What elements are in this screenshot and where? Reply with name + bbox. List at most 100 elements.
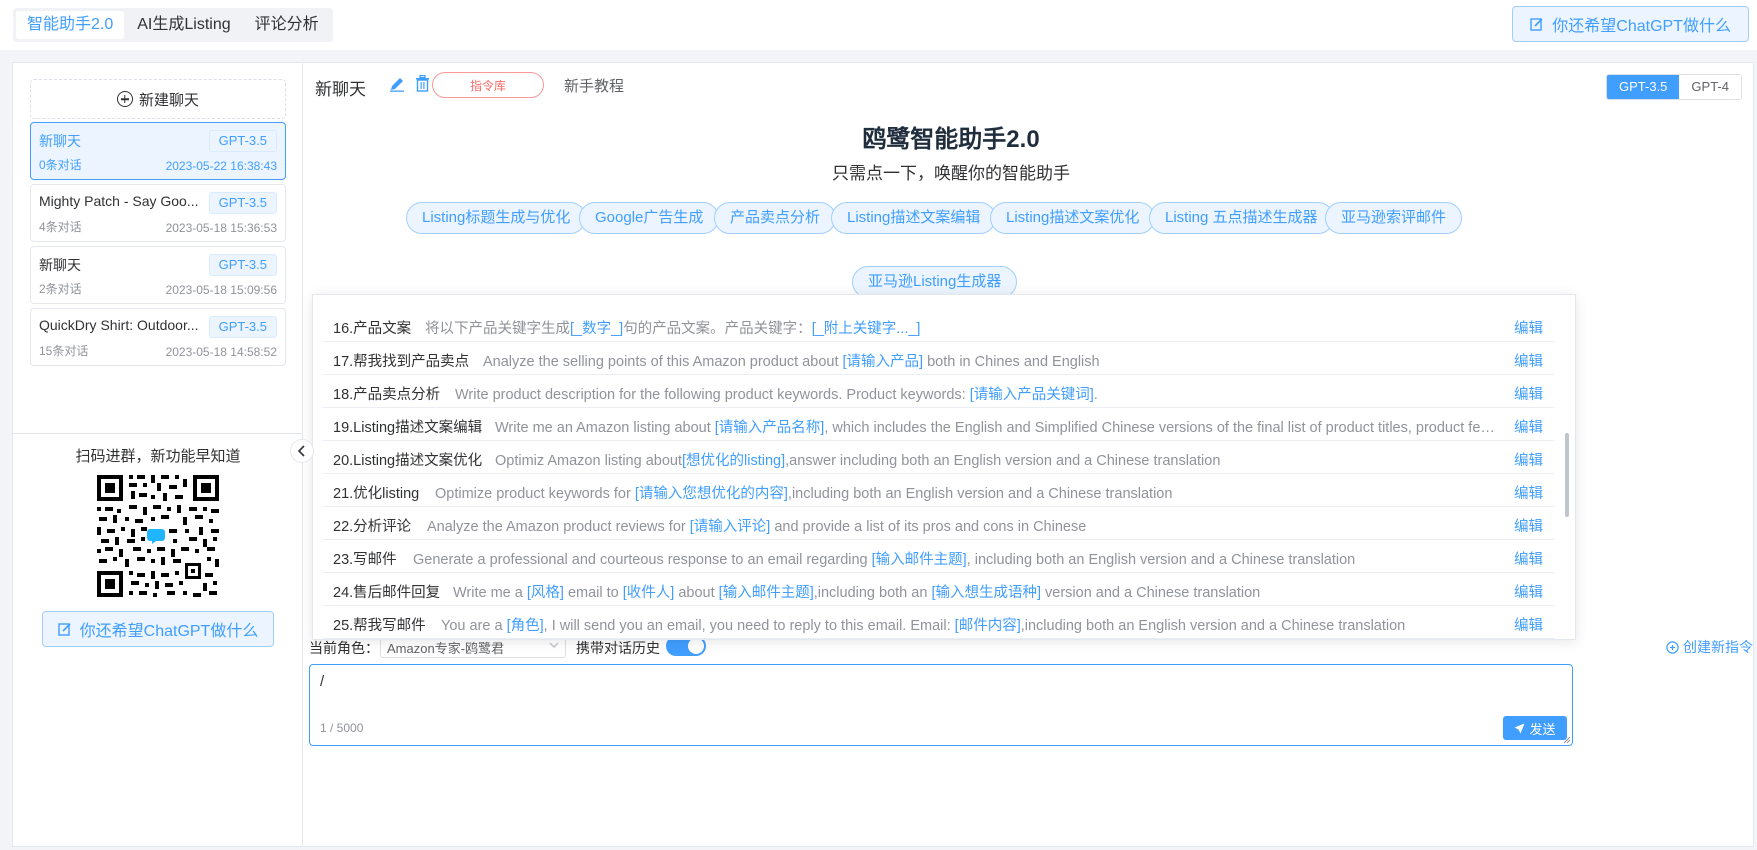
command-placeholder: [输入想生成语种] — [931, 585, 1041, 601]
command-text: , I will send you an email, you need to … — [543, 618, 955, 634]
command-text: You are a — [441, 618, 507, 634]
message-input[interactable]: / 1 / 5000 发送 — [309, 664, 1573, 746]
command-edit-link[interactable]: 编辑 — [1514, 449, 1543, 470]
command-text: version and a Chinese translation — [1041, 585, 1261, 601]
command-name: 22.分析评论 — [333, 519, 412, 535]
command-edit-link[interactable]: 编辑 — [1514, 350, 1543, 371]
chat-item-time: 2023-05-18 15:09:56 — [165, 283, 277, 297]
command-edit-link[interactable]: 编辑 — [1514, 317, 1543, 338]
command-edit-link[interactable]: 编辑 — [1514, 515, 1543, 536]
command-text: ,answer including both an English versio… — [785, 453, 1221, 469]
command-library-button[interactable]: 指令库 — [432, 72, 544, 98]
command-text: , which includes the English and Simplif… — [824, 420, 1495, 436]
chat-item-count: 0条对话 — [39, 158, 82, 172]
chat-list-item[interactable]: 新聊天 GPT-3.5 0条对话 2023-05-22 16:38:43 — [30, 122, 286, 180]
sidebar-divider — [13, 433, 302, 434]
command-text: Write product description for the follow… — [455, 387, 970, 403]
tab-review-analysis[interactable]: 评论分析 — [244, 11, 330, 39]
chat-item-model-badge: GPT-3.5 — [208, 316, 277, 338]
command-description: You are a [角色], I will send you an email… — [441, 614, 1405, 635]
collapse-sidebar-button[interactable] — [290, 439, 314, 463]
model-option-gpt4[interactable]: GPT-4 — [1679, 75, 1741, 99]
command-text: and provide a list of its pros and cons … — [770, 519, 1087, 535]
command-text: about — [674, 585, 719, 601]
command-edit-link[interactable]: 编辑 — [1514, 581, 1543, 602]
qr-caption: 扫码进群，新功能早知道 — [75, 448, 241, 465]
chat-list-item[interactable]: 新聊天 GPT-3.5 2条对话 2023-05-18 15:09:56 — [30, 246, 286, 304]
plus-circle-icon — [116, 91, 133, 107]
command-text: Optimiz Amazon listing about — [495, 453, 682, 469]
chat-list-item[interactable]: QuickDry Shirt: Outdoor... GPT-3.5 15条对话… — [30, 308, 286, 366]
main-panel: 新建聊天 新聊天 GPT-3.5 0条对话 2023-05-22 16:38:4… — [12, 62, 1754, 847]
quick-prompt-chip[interactable]: 产品卖点分析 — [714, 202, 837, 234]
command-row[interactable]: 16.产品文案 将以下产品关键字生成[_数字_]句的产品文案。产品关键字：[_附上… — [323, 309, 1555, 342]
chat-list-item[interactable]: Mighty Patch - Say Goo... GPT-3.5 4条对话 2… — [30, 184, 286, 242]
role-select-value: Amazon专家-鸥鹭君 — [387, 641, 505, 656]
quick-prompt-chip[interactable]: 亚马逊索评邮件 — [1325, 202, 1463, 234]
create-command-label: 创建新指令 — [1683, 639, 1753, 655]
command-placeholder: [请输入您想优化的内容] — [634, 486, 788, 502]
command-text: Write me a — [453, 585, 527, 601]
create-command-link[interactable]: 创建新指令 — [1666, 637, 1753, 657]
quick-prompt-chip[interactable]: Google广告生成 — [579, 202, 720, 234]
command-name: 21.优化listing — [333, 486, 420, 502]
command-edit-link[interactable]: 编辑 — [1514, 614, 1543, 635]
send-button[interactable]: 发送 — [1503, 716, 1567, 740]
command-row[interactable]: 17.帮我找到产品卖点 Analyze the selling points of… — [323, 342, 1555, 375]
command-edit-link[interactable]: 编辑 — [1514, 548, 1543, 569]
chat-item-title: Mighty Patch - Say Goo... — [39, 193, 199, 209]
top-tabs: 智能助手2.0 AI生成Listing 评论分析 — [13, 8, 333, 42]
chat-item-model-badge: GPT-3.5 — [208, 130, 277, 152]
send-button-label: 发送 — [1529, 721, 1556, 737]
wish-button-sidebar-label: 你还希望ChatGPT做什么 — [79, 623, 259, 640]
wish-button-sidebar[interactable]: 你还希望ChatGPT做什么 — [42, 611, 274, 647]
command-text: 将以下产品关键字生成 — [425, 321, 570, 337]
command-row[interactable]: 23.写邮件 Generate a professional and courte… — [323, 540, 1555, 573]
command-text: both in Chines and English — [923, 354, 1100, 370]
trash-icon[interactable] — [415, 75, 430, 92]
quick-prompt-chip[interactable]: Listing 五点描述生成器 — [1149, 202, 1334, 234]
command-description: Write product description for the follow… — [455, 383, 1098, 404]
command-name: 24.售后邮件回复 — [333, 585, 441, 601]
resize-handle-icon[interactable] — [1563, 736, 1571, 744]
model-option-gpt35[interactable]: GPT-3.5 — [1607, 75, 1680, 99]
command-text: Optimize product keywords for — [435, 486, 635, 502]
wish-button-top[interactable]: 你还希望ChatGPT做什么 — [1512, 6, 1749, 42]
chat-item-count: 15条对话 — [39, 344, 89, 358]
command-edit-link[interactable]: 编辑 — [1514, 383, 1543, 404]
chat-item-model-badge: GPT-3.5 — [208, 192, 277, 214]
command-placeholder: [风格] — [526, 585, 564, 601]
new-chat-button[interactable]: 新建聊天 — [30, 79, 286, 119]
command-edit-link[interactable]: 编辑 — [1514, 416, 1543, 437]
tab-ai-listing[interactable]: AI生成Listing — [126, 11, 241, 39]
command-row[interactable]: 22.分析评论 Analyze the Amazon product review… — [323, 507, 1555, 540]
command-placeholder: [角色] — [506, 618, 544, 634]
quick-prompt-chip[interactable]: Listing标题生成与优化 — [406, 202, 587, 234]
dropdown-scrollbar[interactable] — [1565, 433, 1569, 517]
command-row[interactable]: 18.产品卖点分析 Write product description for t… — [323, 375, 1555, 408]
pencil-icon[interactable] — [389, 76, 405, 92]
tutorial-link[interactable]: 新手教程 — [564, 75, 624, 96]
command-placeholder: [请输入产品] — [842, 354, 924, 370]
chat-header: 新聊天 指令库 新手教程 GPT-3.5 GPT-4 — [304, 63, 1753, 109]
top-navigation: 智能助手2.0 AI生成Listing 评论分析 你还希望ChatGPT做什么 — [0, 0, 1757, 50]
chat-item-title: QuickDry Shirt: Outdoor... — [39, 317, 199, 333]
command-name: 25.帮我写邮件 — [333, 618, 426, 634]
command-dropdown: 16.产品文案 将以下产品关键字生成[_数字_]句的产品文案。产品关键字：[_附上… — [312, 294, 1576, 640]
command-text: ,including both an English version and a… — [787, 486, 1173, 502]
command-name: 16.产品文案 — [333, 321, 412, 337]
plus-circle-icon — [1666, 640, 1679, 654]
command-row[interactable]: 19.Listing描述文案编辑 Write me an Amazon listi… — [323, 408, 1555, 441]
command-row[interactable]: 24.售后邮件回复 Write me a [风格] email to [收件人] … — [323, 573, 1555, 606]
command-row[interactable]: 25.帮我写邮件 You are a [角色], I will send you … — [323, 606, 1555, 639]
quick-prompt-chip[interactable]: Listing描述文案优化 — [990, 202, 1156, 234]
command-row[interactable]: 21.优化listing Optimize product keywords fo… — [323, 474, 1555, 507]
command-text: ,including both an — [813, 585, 932, 601]
command-text: ,including both an English version and a… — [1020, 618, 1406, 634]
command-description: Optimize product keywords for [请输入您想优化的内… — [435, 482, 1172, 503]
command-row[interactable]: 20.Listing描述文案优化 Optimiz Amazon listing a… — [323, 441, 1555, 474]
tab-smart-assistant[interactable]: 智能助手2.0 — [16, 11, 125, 39]
command-edit-link[interactable]: 编辑 — [1514, 482, 1543, 503]
chat-item-time: 2023-05-18 15:36:53 — [165, 221, 277, 235]
quick-prompt-chip[interactable]: Listing描述文案编辑 — [831, 202, 997, 234]
